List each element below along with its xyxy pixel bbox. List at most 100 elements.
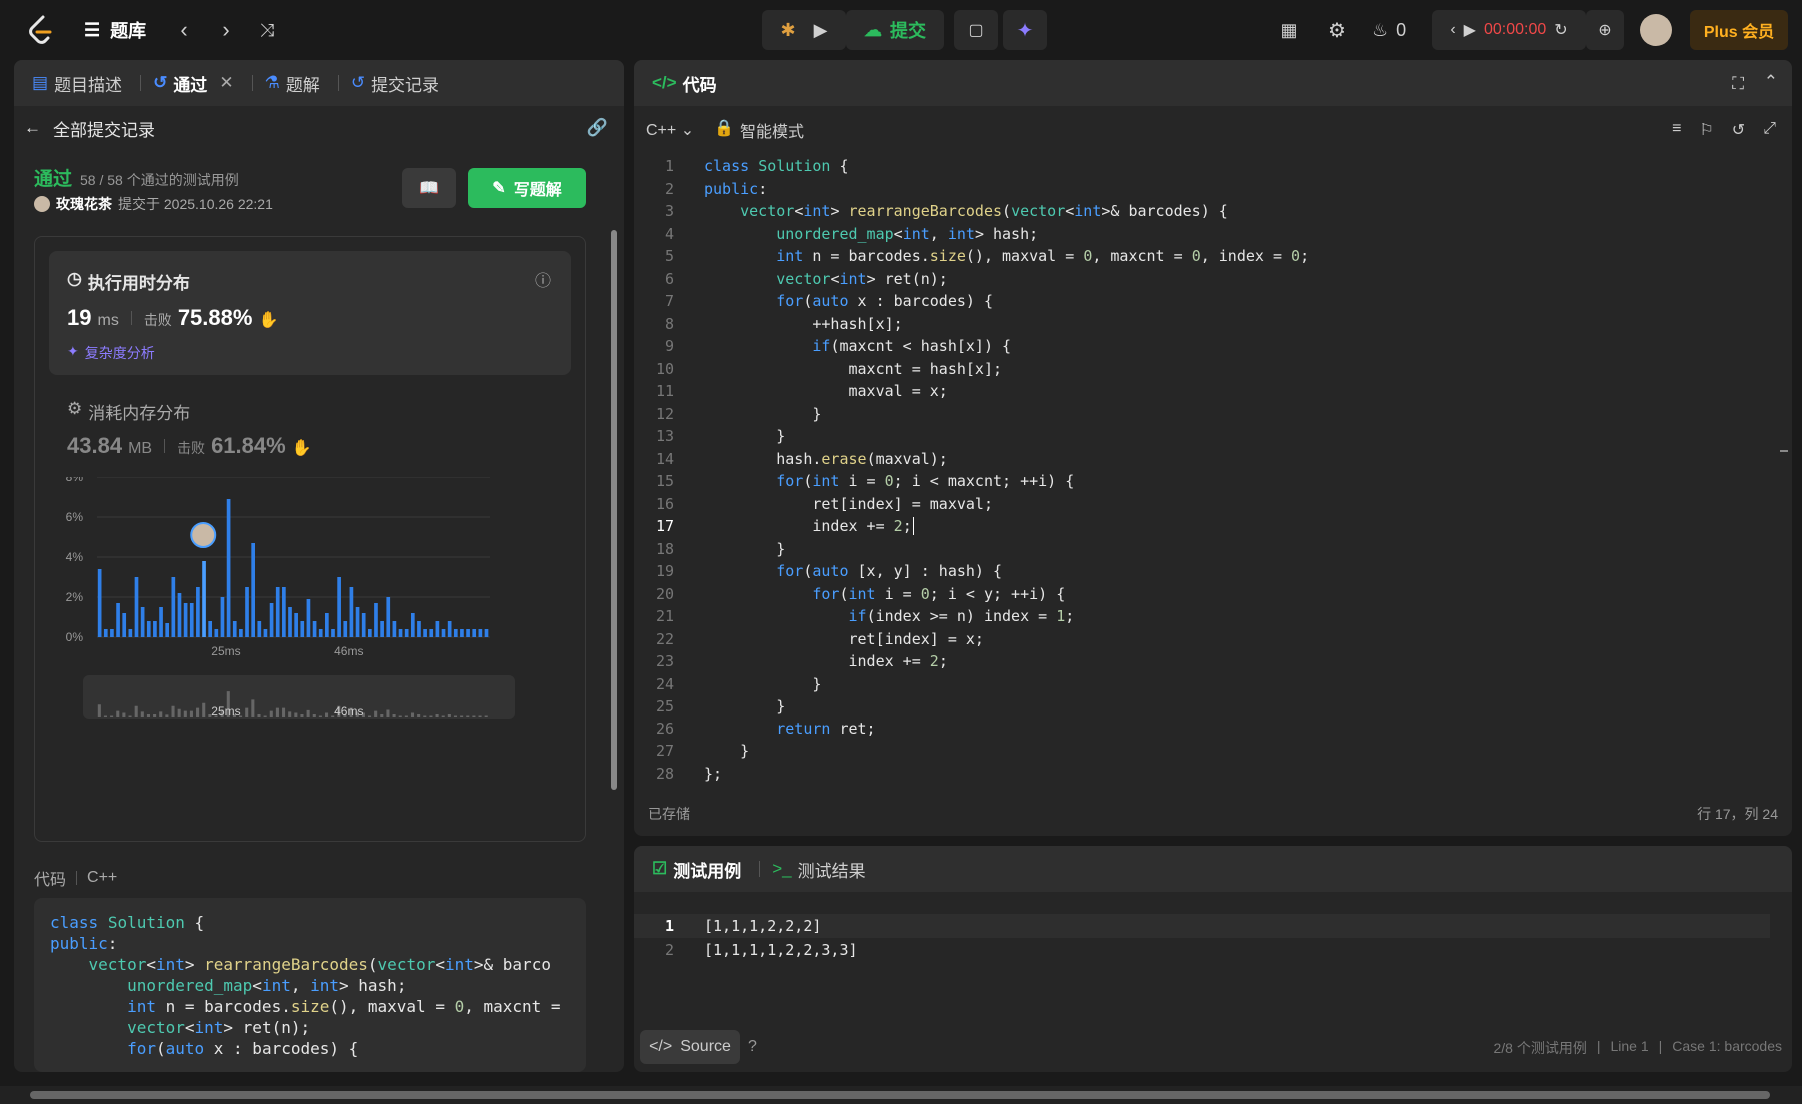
distribution-bar[interactable] bbox=[202, 561, 206, 637]
distribution-bar[interactable] bbox=[306, 599, 311, 637]
distribution-bar[interactable] bbox=[325, 613, 329, 637]
streak-counter[interactable]: ♨ 0 bbox=[1372, 15, 1406, 45]
distribution-bar[interactable] bbox=[466, 629, 470, 637]
distribution-bar[interactable] bbox=[208, 621, 213, 637]
scrollbar-thumb[interactable] bbox=[30, 1091, 1770, 1099]
source-button[interactable]: </> Source bbox=[640, 1030, 740, 1064]
distribution-bar[interactable] bbox=[288, 607, 292, 637]
user-position-avatar[interactable] bbox=[190, 522, 217, 548]
timer-widget[interactable]: ‹ ▶ 00:00:00 ↻ bbox=[1432, 10, 1586, 50]
distribution-bar[interactable] bbox=[472, 629, 477, 637]
distribution-bar[interactable] bbox=[367, 629, 372, 637]
distribution-bar[interactable] bbox=[251, 543, 255, 637]
chart-range-slider[interactable] bbox=[83, 675, 515, 719]
play-icon[interactable]: ▶ bbox=[1464, 20, 1476, 40]
language-select[interactable]: C++ ⌄ bbox=[646, 120, 694, 140]
horizontal-scrollbar[interactable] bbox=[0, 1086, 1802, 1104]
distribution-bar[interactable] bbox=[171, 577, 176, 637]
problem-list-button[interactable]: ☰ 题库 bbox=[84, 15, 146, 45]
tab-testcase[interactable]: ☑ 测试用例 bbox=[652, 857, 741, 882]
bookmark-icon[interactable]: ⚐ bbox=[1699, 120, 1713, 140]
distribution-bar[interactable] bbox=[128, 629, 133, 637]
collapse-icon[interactable]: ⌃ bbox=[1764, 72, 1778, 92]
arrow-left-icon[interactable]: ← bbox=[24, 118, 41, 138]
distribution-bar[interactable] bbox=[460, 629, 464, 637]
distribution-bar[interactable] bbox=[189, 603, 194, 637]
distribution-bar[interactable] bbox=[214, 629, 219, 637]
distribution-bar[interactable] bbox=[453, 629, 458, 637]
distribution-bar[interactable] bbox=[337, 577, 341, 637]
distribution-bar[interactable] bbox=[441, 629, 446, 637]
distribution-bar[interactable] bbox=[361, 613, 366, 637]
distribution-bar[interactable] bbox=[153, 621, 157, 637]
prev-problem-button[interactable]: ‹ bbox=[172, 15, 196, 45]
tab-solutions[interactable]: ⚗ 题解 bbox=[265, 71, 320, 96]
plus-member-button[interactable]: Plus 会员 bbox=[1690, 10, 1788, 50]
distribution-bar[interactable] bbox=[263, 629, 268, 637]
distribution-bar[interactable] bbox=[343, 621, 348, 637]
shuffle-icon[interactable]: ⤨ bbox=[252, 15, 282, 45]
runtime-distribution-chart[interactable]: 8% 6% 4% 2% 0% 25ms 46ms 25ms 46ms bbox=[35, 477, 587, 837]
distribution-bar[interactable] bbox=[478, 629, 483, 637]
distribution-bar[interactable] bbox=[386, 597, 391, 637]
scrollbar-thumb[interactable] bbox=[611, 230, 617, 790]
submit-button[interactable]: ☁ 提交 bbox=[846, 10, 944, 50]
distribution-bar[interactable] bbox=[398, 629, 403, 637]
distribution-bar[interactable] bbox=[331, 629, 335, 637]
submitted-code-block[interactable]: class Solution {public: vector<int> rear… bbox=[34, 898, 586, 1072]
editor-scrollbar[interactable] bbox=[1776, 150, 1788, 790]
distribution-bar[interactable] bbox=[116, 603, 120, 637]
distribution-bar[interactable] bbox=[165, 623, 170, 637]
book-icon[interactable]: 📖 bbox=[402, 168, 456, 208]
all-submissions-link[interactable]: 全部提交记录 bbox=[53, 116, 155, 141]
distribution-bar[interactable] bbox=[312, 621, 317, 637]
leetcode-logo-icon[interactable] bbox=[22, 12, 58, 48]
distribution-bar[interactable] bbox=[232, 621, 237, 637]
note-icon[interactable]: ▢ bbox=[954, 10, 998, 50]
debug-icon[interactable]: ✱ bbox=[781, 20, 796, 41]
reset-icon[interactable]: ↻ bbox=[1554, 20, 1567, 40]
distribution-bar[interactable] bbox=[226, 499, 231, 637]
distribution-bar[interactable] bbox=[245, 587, 249, 637]
complexity-analysis-link[interactable]: ✦ 复杂度分析 bbox=[67, 343, 155, 363]
distribution-bar[interactable] bbox=[318, 629, 323, 637]
tab-accepted[interactable]: ↺ 通过 ✕ bbox=[153, 71, 234, 96]
avatar[interactable] bbox=[34, 196, 50, 212]
ai-sparkle-icon[interactable]: ✦ bbox=[1003, 10, 1047, 50]
tab-description[interactable]: ▤ 题目描述 bbox=[32, 71, 122, 96]
distribution-bar[interactable] bbox=[423, 629, 427, 637]
distribution-bar[interactable] bbox=[97, 569, 102, 637]
distribution-bar[interactable] bbox=[275, 587, 280, 637]
distribution-bar[interactable] bbox=[404, 629, 409, 637]
distribution-bar[interactable] bbox=[380, 621, 384, 637]
smart-mode[interactable]: 🔒 智能模式 bbox=[714, 118, 804, 142]
write-solution-button[interactable]: ✎ 写题解 bbox=[468, 168, 586, 208]
distribution-bar[interactable] bbox=[294, 613, 298, 637]
info-icon[interactable]: ⓘ bbox=[535, 267, 551, 291]
distribution-bar[interactable] bbox=[435, 621, 440, 637]
left-scrollbar[interactable] bbox=[609, 150, 619, 1070]
distribution-bar[interactable] bbox=[177, 593, 182, 637]
close-icon[interactable]: ✕ bbox=[219, 73, 233, 93]
settings-gear-icon[interactable]: ⚙ bbox=[1322, 15, 1352, 45]
username[interactable]: 玫瑰花茶 bbox=[56, 194, 112, 214]
distribution-bar[interactable] bbox=[282, 587, 286, 637]
chevron-left-icon[interactable]: ‹ bbox=[1450, 21, 1455, 39]
tab-submissions[interactable]: ↺ 提交记录 bbox=[351, 71, 439, 96]
link-icon[interactable]: 🔗 bbox=[587, 118, 608, 138]
distribution-bar[interactable] bbox=[269, 603, 274, 637]
distribution-bar[interactable] bbox=[257, 621, 262, 637]
reset-icon[interactable]: ↺ bbox=[1732, 120, 1745, 140]
format-icon[interactable]: ≡ bbox=[1672, 120, 1681, 140]
run-icon[interactable]: ▶ bbox=[814, 20, 828, 41]
distribution-bar[interactable] bbox=[122, 613, 127, 637]
distribution-bar[interactable] bbox=[447, 621, 452, 637]
fullscreen-icon[interactable]: ⛶ bbox=[1732, 74, 1744, 94]
distribution-bar[interactable] bbox=[300, 621, 305, 637]
distribution-bar[interactable] bbox=[349, 587, 354, 637]
help-icon[interactable]: ? bbox=[748, 1038, 757, 1056]
distribution-bar[interactable] bbox=[146, 621, 151, 637]
add-user-icon[interactable]: ⊕ bbox=[1586, 10, 1624, 50]
distribution-bar[interactable] bbox=[374, 603, 378, 637]
tab-code[interactable]: </> 代码 bbox=[652, 71, 717, 96]
